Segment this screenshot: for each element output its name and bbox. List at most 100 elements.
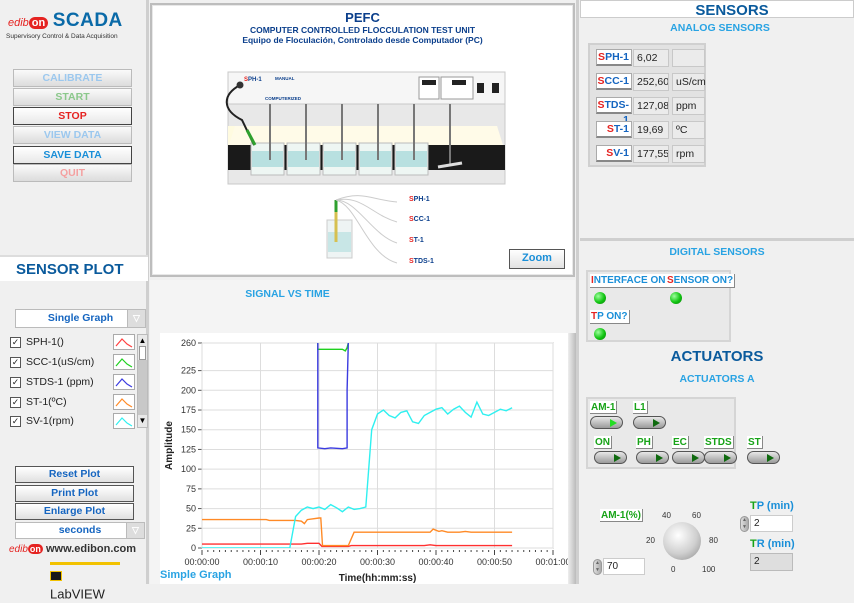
labview-icon xyxy=(50,570,62,581)
legend-label: SPH-1() xyxy=(26,336,64,348)
legend-swatch[interactable] xyxy=(113,334,135,350)
legend-swatch[interactable] xyxy=(113,394,135,410)
right-divider xyxy=(576,0,579,584)
actuator-label: PH xyxy=(636,436,653,449)
probe-label: SPH-1 xyxy=(409,196,430,203)
sensors-title: SENSORS xyxy=(695,2,769,19)
legend-row[interactable]: ✓ STDS-1 (ppm) xyxy=(10,373,94,391)
scroll-thumb[interactable] xyxy=(139,346,146,360)
tr-prefix: T xyxy=(750,538,757,550)
divider xyxy=(580,238,854,241)
tp-label: TP (min) xyxy=(750,500,794,512)
scroll-up-icon[interactable]: ▲ xyxy=(138,335,147,346)
y-tick-label: 175 xyxy=(181,405,196,415)
y-tick-label: 100 xyxy=(181,464,196,474)
tp-spin-icon[interactable]: ▲ ▼ xyxy=(740,516,749,532)
sensors-header: SENSORS xyxy=(580,0,854,19)
switch-manual-label: MANUAL xyxy=(275,76,295,81)
sensor-label-st-1[interactable]: ST-1 xyxy=(596,121,632,138)
led-on-icon xyxy=(594,292,606,304)
sensor-unit: rpm xyxy=(672,145,705,163)
legend-row[interactable]: ✓ SCC-1(uS/cm) xyxy=(10,353,94,371)
play-icon xyxy=(614,454,621,462)
control-button-quit[interactable]: QUIT xyxy=(13,164,132,182)
probe-label: SCC-1 xyxy=(409,216,431,223)
time-unit-select[interactable]: seconds ▽ xyxy=(15,522,145,539)
actuator-toggle-ph[interactable] xyxy=(636,451,669,464)
chevron-down-icon: ▽ xyxy=(126,523,144,538)
tp-input[interactable]: 2 xyxy=(750,515,793,532)
am1-percent-input[interactable]: 70 xyxy=(603,558,645,575)
chevron-down-icon: ▽ xyxy=(127,310,145,327)
scroll-down-icon[interactable]: ▼ xyxy=(138,415,147,426)
zoom-button[interactable]: Zoom xyxy=(509,249,565,269)
process-diagram-panel: PEFC COMPUTER CONTROLLED FLOCCULATION TE… xyxy=(150,3,575,277)
dial-tick-label: 80 xyxy=(709,536,718,545)
sensor-label-scc-1[interactable]: SCC-1 xyxy=(596,73,632,90)
graph-mode-select[interactable]: Single Graph ▽ xyxy=(15,309,146,328)
sensor-label-sv-1[interactable]: SV-1 xyxy=(596,145,632,162)
y-axis-label: Amplitude xyxy=(164,421,175,470)
signal-vs-time-chart: 0 25 50 75 100 125 150 175 200 225 260 00:00:00 00:0… xyxy=(164,338,570,584)
x-tick-label: 00:00:00 xyxy=(184,557,219,567)
y-tick-label: 125 xyxy=(181,444,196,454)
checkbox[interactable]: ✓ xyxy=(10,336,21,348)
legend-label: ST-1(ºC) xyxy=(26,396,67,408)
dial-spin-icon[interactable]: ▲ ▼ xyxy=(593,559,602,575)
legend-scrollbar[interactable]: ▲ ▼ xyxy=(137,334,148,428)
enlarge-plot-button[interactable]: Enlarge Plot xyxy=(15,503,134,520)
legend-swatch[interactable] xyxy=(113,374,135,390)
reset-plot-button[interactable]: Reset Plot xyxy=(15,466,134,483)
control-button-start[interactable]: START xyxy=(13,88,132,106)
legend-row[interactable]: ✓ ST-1(ºC) xyxy=(10,393,67,411)
tr-label-text: R (min) xyxy=(756,538,795,550)
control-button-calibrate[interactable]: CALIBRATE xyxy=(13,69,132,87)
legend-row[interactable]: ✓ SV-1(rpm) xyxy=(10,412,74,430)
legend-row[interactable]: ✓ SPH-1() xyxy=(10,333,64,351)
play-icon xyxy=(656,454,663,462)
checkbox[interactable]: ✓ xyxy=(10,415,21,427)
control-button-save-data[interactable]: SAVE DATA xyxy=(13,146,132,164)
flocculation-unit-diagram: SPH-1 MANUAL COMPUTERIZED xyxy=(225,71,506,185)
y-tick-label: 225 xyxy=(181,366,196,376)
actuator-toggle-ec[interactable] xyxy=(672,451,705,464)
unit-title-es: Equipo de Floculación, Controlado desde … xyxy=(242,35,483,45)
dial-label-text: AM-1(%) xyxy=(601,510,641,521)
sensor-value: 252,60 xyxy=(633,73,669,91)
actuator-toggle-l1[interactable] xyxy=(633,416,666,429)
sensor-label-stds-1[interactable]: STDS-1 xyxy=(596,97,632,126)
control-button-view-data[interactable]: VIEW DATA xyxy=(13,126,132,144)
play-icon xyxy=(692,454,699,462)
dial-tick-label: 0 xyxy=(671,565,676,574)
actuator-toggle-on[interactable] xyxy=(594,451,627,464)
probe-label: STDS-1 xyxy=(409,258,434,265)
checkbox[interactable]: ✓ xyxy=(10,356,21,368)
checkbox[interactable]: ✓ xyxy=(10,396,21,408)
legend-swatch[interactable] xyxy=(113,413,135,429)
actuators-group-title: ACTUATORS A xyxy=(679,373,755,385)
legend-swatch[interactable] xyxy=(113,354,135,370)
x-tick-label: 00:01:00 xyxy=(535,557,570,567)
actuator-label: EC xyxy=(672,436,689,449)
sensor-value: 127,08 xyxy=(633,97,669,115)
sensor-label-sph-1[interactable]: SPH-1 xyxy=(596,49,632,66)
checkbox[interactable]: ✓ xyxy=(10,376,21,388)
diagram-probe-label: SPH-1 xyxy=(244,77,262,83)
play-icon xyxy=(767,454,774,462)
digital-sensors-title: DIGITAL SENSORS xyxy=(669,246,765,258)
tr-value: 2 xyxy=(750,553,793,571)
brand-on: on xyxy=(28,17,49,29)
tr-label: TR (min) xyxy=(750,538,795,550)
actuator-toggle-st[interactable] xyxy=(747,451,780,464)
print-plot-button[interactable]: Print Plot xyxy=(15,485,134,502)
actuator-label: STDS xyxy=(704,436,734,449)
graph-type-label: Simple Graph xyxy=(160,569,232,581)
digital-label: INTERFACE ON? xyxy=(590,274,674,288)
actuator-toggle-am-1[interactable] xyxy=(590,416,623,429)
actuator-label: ST xyxy=(747,436,763,449)
am1-dial-knob[interactable] xyxy=(663,522,701,560)
actuator-toggle-stds[interactable] xyxy=(704,451,737,464)
x-tick-label: 00:00:30 xyxy=(360,557,395,567)
sensor-value: 19,69 xyxy=(633,121,669,139)
control-button-stop[interactable]: STOP xyxy=(13,107,132,125)
